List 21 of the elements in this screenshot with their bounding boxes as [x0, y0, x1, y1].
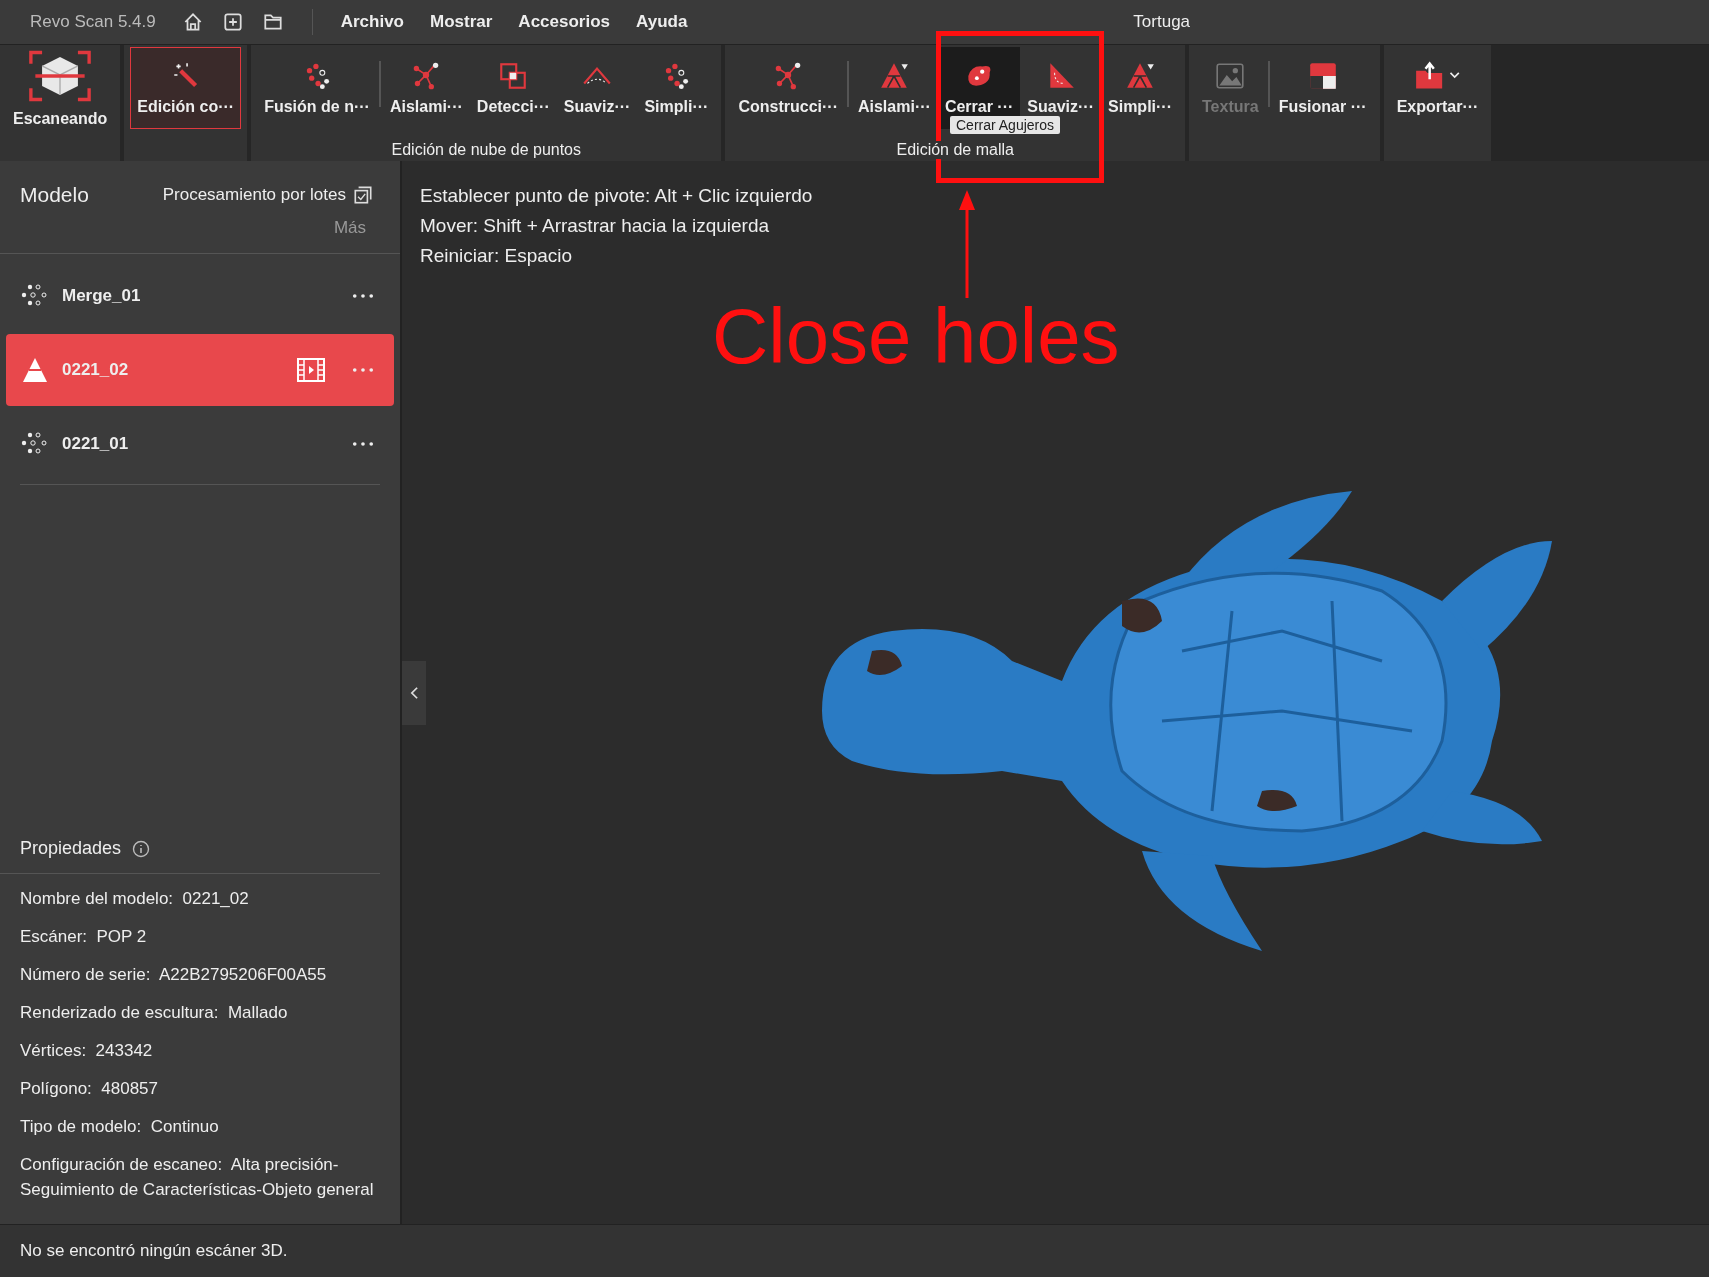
panel-title: Modelo [20, 183, 89, 207]
app-title: Revo Scan 5.4.9 [30, 12, 156, 32]
property-row-text: Vértices: 243342 [20, 1040, 154, 1062]
project-title: Tortuga [1133, 12, 1191, 32]
property-row-text: Tipo de modelo: Continuo [20, 1116, 220, 1138]
properties-title: Propiedades [20, 838, 122, 859]
tooltip: Cerrar Agujeros [950, 116, 1061, 134]
shortcut-hint: Establecer punto de pivote: Alt + Clic izquierdo [420, 185, 814, 207]
model-name: 0221_01 [62, 434, 130, 454]
model-name: 0221_02 [62, 360, 130, 380]
property-row-text: Número de serie: A22B2795206F00A55 [20, 964, 328, 986]
model-name: Merge_01 [62, 286, 142, 306]
property-row-text: Escáner: POP 2 [20, 926, 148, 948]
property-row-text: Configuración de escaneo: Alta precisión-Seguimiento de Características-Objeto general [20, 1154, 375, 1201]
property-row-text: Renderizado de escultura: Mallado [20, 1002, 289, 1024]
shortcut-hint: Reiniciar: Espacio [420, 245, 574, 267]
property-row-text: Polígono: 480857 [20, 1078, 159, 1100]
shortcut-hint: Mover: Shift + Arrastrar hacia la izquierda [420, 215, 770, 237]
annotation-text: Close holes [712, 291, 1120, 382]
status-message: No se encontró ningún escáner 3D. [20, 1241, 288, 1261]
property-row-text: Nombre del modelo: 0221_02 [20, 888, 250, 910]
